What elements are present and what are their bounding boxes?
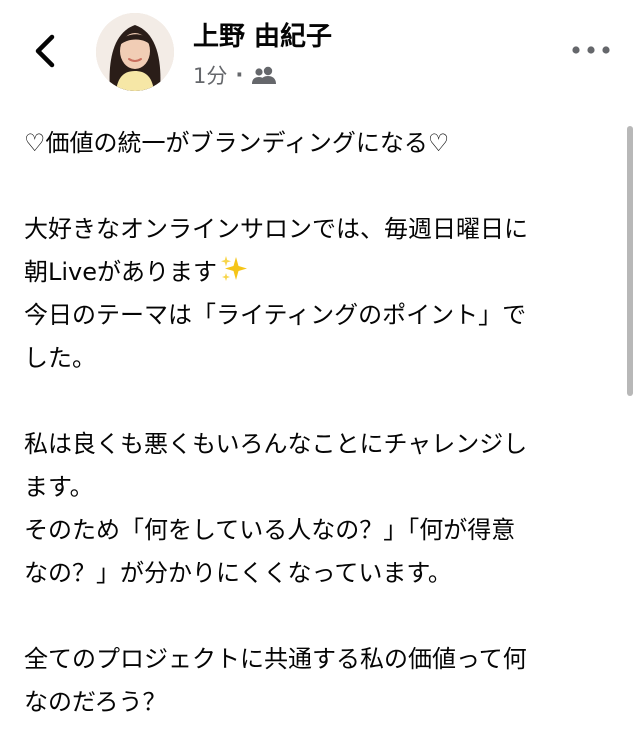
post-line-with-emoji: 朝Liveがあります [24,251,620,294]
post-line: 今日のテーマは「ライティングのポイント」で [24,301,527,329]
post-line: 大好きなオンラインサロンでは、毎週日曜日に [24,215,528,243]
post-timestamp[interactable]: 1分 [193,60,227,90]
post-text: ♡価値の統一がブランディングになる♡ 大好きなオンラインサロンでは、毎週日曜日に… [24,122,620,724]
friends-icon [252,66,277,84]
post-line: ♡価値の統一がブランディングになる♡ [24,129,450,157]
more-options-button[interactable] [566,34,616,66]
chevron-left-icon [35,34,55,68]
more-horizontal-icon [572,46,610,54]
back-button[interactable] [22,28,68,74]
post-meta: 1分 · [193,60,277,90]
post-line-text: 朝Liveがあります [24,258,218,286]
post-line: なの？」が分かりにくくなっています。 [24,559,452,587]
author-name[interactable]: 上野 由紀子 [193,20,332,54]
post-line: 私は良くも悪くもいろんなことにチャレンジし [24,430,528,458]
post-line: 全てのプロジェクトに共通する私の価値って何 [24,645,527,673]
post-line: した。 [24,344,96,372]
post-line: なのだろう？ [24,688,167,716]
post-header: 上野 由紀子 1分 · [0,0,640,104]
sparkles-icon [219,254,249,298]
profile-photo [96,13,174,91]
scrollbar[interactable] [627,126,633,396]
post-line: そのため「何をしている人なの？」「何が得意 [24,516,516,544]
meta-separator: · [235,63,244,87]
avatar[interactable] [96,13,174,91]
post-line: ます。 [24,473,94,501]
